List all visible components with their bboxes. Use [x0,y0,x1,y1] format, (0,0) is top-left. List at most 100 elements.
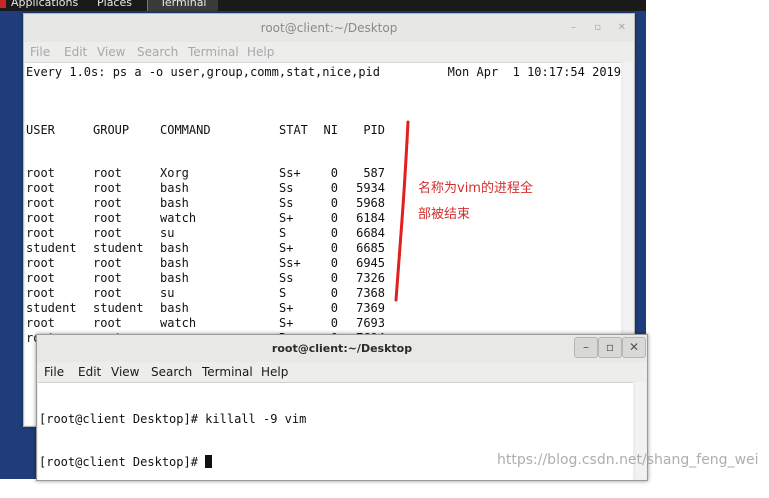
cell-ni: 0 [330,256,338,270]
cell-group: root [93,286,122,300]
menu-edit[interactable]: Edit [78,365,101,379]
cell-group: root [93,271,122,285]
minimize-button[interactable]: – [574,337,598,358]
cell-ni: 0 [330,271,338,285]
table-row: root root watch S+ 0 6184 [26,211,406,226]
cell-command: watch [160,211,197,225]
cell-stat: S+ [279,241,294,255]
cell-pid: 7326 [356,271,385,285]
menu-view[interactable]: View [111,365,139,379]
table-row: root root bash Ss 0 5968 [26,196,406,211]
annotation-line [394,120,410,302]
close-button[interactable]: ✕ [622,337,646,358]
cell-ni: 0 [330,181,338,195]
cell-pid: 7369 [356,301,385,315]
annotation-note: 名称为vim的进程全 部被结束 [418,176,568,228]
column-header-pid: PID [363,123,385,137]
cell-ni: 0 [330,166,338,180]
cell-ni: 0 [330,301,338,315]
cell-user: student [26,241,77,255]
cell-group: student [93,241,144,255]
column-header-group: GROUP [93,123,130,137]
column-header-user: USER [26,123,55,137]
cell-stat: S+ [279,301,294,315]
cell-user: student [26,301,77,315]
table-row: root root bash Ss+ 0 6945 [26,256,406,271]
close-button[interactable]: ✕ [618,14,626,42]
window-titlebar[interactable]: root@client:~/Desktop [37,335,647,362]
cell-command: bash [160,196,189,210]
top-panel: Applications Places Terminal [0,0,646,11]
watch-timestamp: Mon Apr 1 10:17:54 2019 [447,65,621,79]
menu-search[interactable]: Search [151,365,192,379]
menu-terminal[interactable]: Terminal [188,45,239,59]
cell-pid: 7693 [356,316,385,330]
table-row: root root su S 0 6684 [26,226,406,241]
maximize-button[interactable]: ▫ [598,337,622,358]
cell-group: root [93,226,122,240]
cell-pid: 7368 [356,286,385,300]
menu-help[interactable]: Help [261,365,288,379]
menu-terminal[interactable]: Terminal [202,365,253,379]
taskbar-terminal-button[interactable]: Terminal [147,0,218,11]
cell-group: root [93,196,122,210]
cell-command: bash [160,181,189,195]
cell-stat: Ss+ [279,256,301,270]
applications-icon [0,0,6,8]
table-row: root root Xorg Ss+ 0 587 [26,166,406,181]
column-header-command: COMMAND [160,123,211,137]
maximize-button[interactable]: ▫ [594,14,601,42]
watermark-text: https://blog.csdn.net/shang_feng_wei [497,452,759,468]
cell-command: bash [160,256,189,270]
cell-command: su [160,286,175,300]
cell-pid: 587 [363,166,385,180]
menu-edit[interactable]: Edit [64,45,87,59]
menu-view[interactable]: View [97,45,125,59]
window-titlebar[interactable]: root@client:~/Desktop – ▫ ✕ [24,14,634,42]
menu-file[interactable]: File [30,45,50,59]
cell-user: root [26,211,55,225]
cell-group: root [93,316,122,330]
cell-command: Xorg [160,166,189,180]
prompt-text: [root@client Desktop]# [39,455,206,469]
cell-stat: Ss+ [279,166,301,180]
text-cursor [205,455,213,468]
cell-user: root [26,271,55,285]
menu-search[interactable]: Search [137,45,178,59]
cell-group: root [93,166,122,180]
cell-ni: 0 [330,196,338,210]
column-header-ni: NI [323,123,338,137]
cell-user: root [26,286,55,300]
cell-command: watch [160,316,197,330]
cell-pid: 6184 [356,211,385,225]
cell-stat: Ss [279,196,294,210]
annotation-line-2: 部被结束 [418,207,471,222]
table-row: root root bash Ss 0 5934 [26,181,406,196]
window-title: root@client:~/Desktop [260,21,398,35]
cell-command: bash [160,271,189,285]
applications-menu[interactable]: Applications [11,0,78,8]
menubar: File Edit View Search Terminal Help [24,42,634,62]
minimize-button[interactable]: – [571,14,576,42]
cell-ni: 0 [330,211,338,225]
table-row: student student bash S+ 0 6685 [26,241,406,256]
cell-stat: S [279,226,287,240]
table-row: root root bash Ss 0 7326 [26,271,406,286]
cell-user: root [26,256,55,270]
terminal-line: [root@client Desktop]# killall -9 vim [39,412,307,426]
menu-file[interactable]: File [44,365,64,379]
cell-stat: Ss [279,181,294,195]
cell-group: root [93,211,122,225]
window-title: root@client:~/Desktop [271,342,413,355]
cell-user: root [26,181,55,195]
menu-help[interactable]: Help [247,45,274,59]
cell-pid: 6685 [356,241,385,255]
cell-pid: 5968 [356,196,385,210]
taskbar-terminal-label: Terminal [160,0,207,9]
cell-command: bash [160,301,189,315]
cell-user: root [26,316,55,330]
cell-ni: 0 [330,286,338,300]
cell-group: student [93,301,144,315]
table-header: USER GROUP COMMAND STAT NI PID [26,123,406,138]
places-menu[interactable]: Places [97,0,132,8]
